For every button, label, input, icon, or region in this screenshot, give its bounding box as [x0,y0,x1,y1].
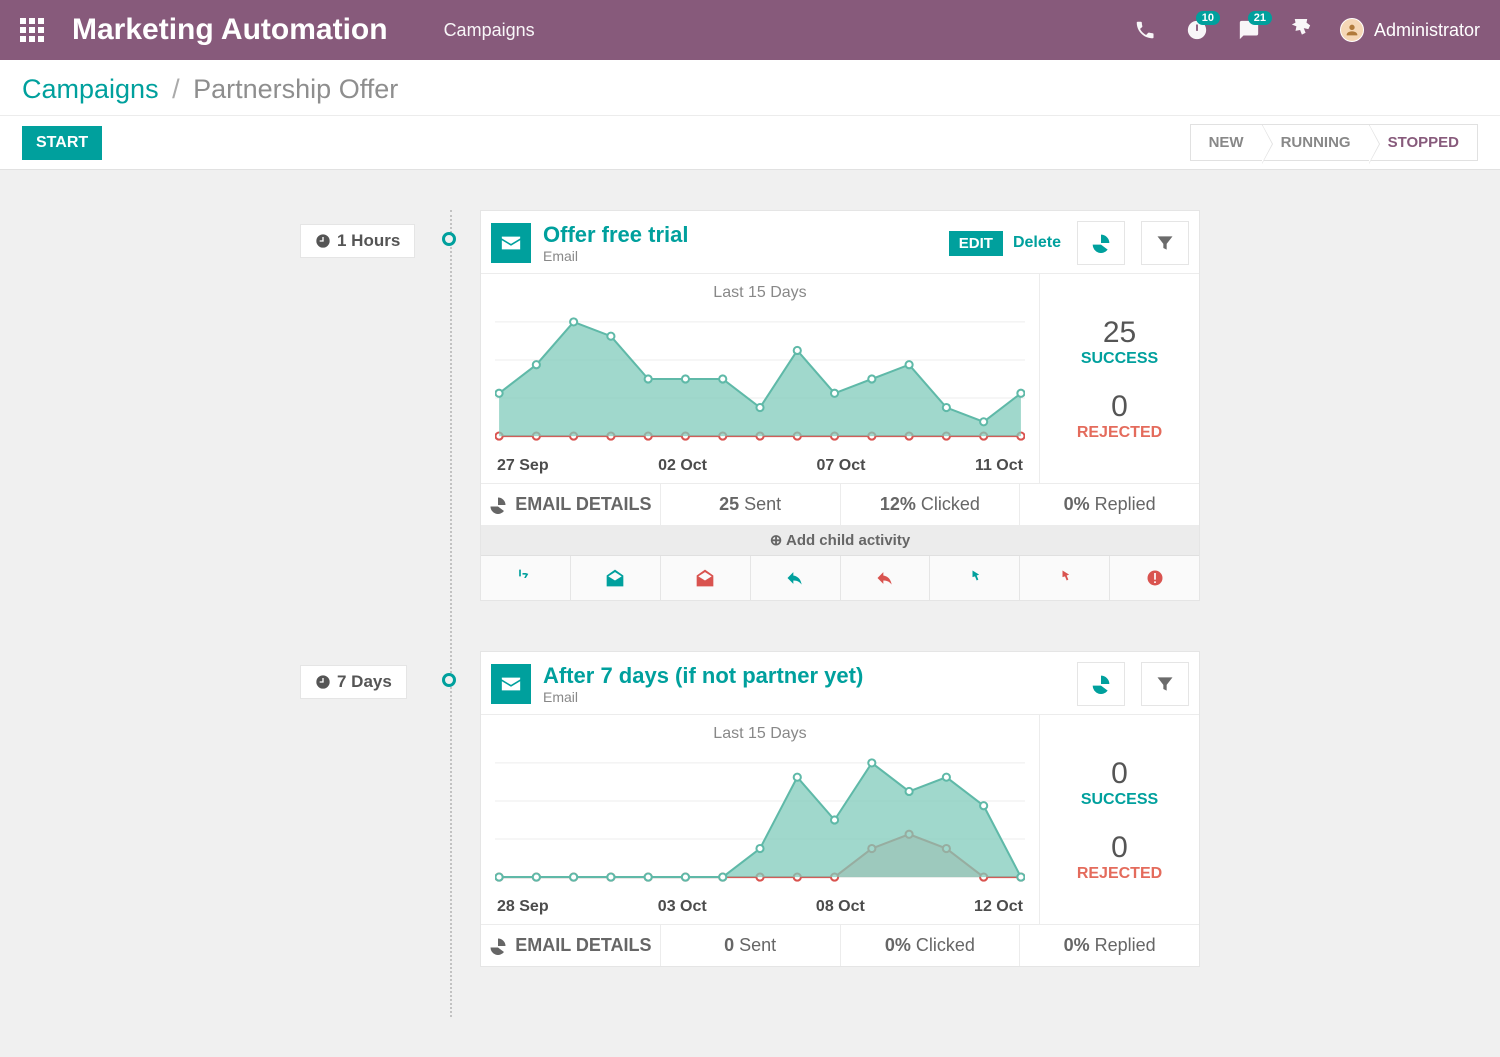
success-count: 0 [1111,757,1128,791]
email-details-label[interactable]: EMAIL DETAILS [515,935,651,956]
clock-icon [315,233,331,249]
apps-icon[interactable] [20,18,44,42]
settings-icon[interactable] [1288,17,1314,43]
activities-icon[interactable]: 10 [1184,17,1210,43]
timeline-line [450,210,452,1017]
activity-card: 1 Hours Offer free trial Email EDIT Dele… [480,210,1280,601]
trigger-icons [481,555,1199,600]
control-bar: Campaigns / Partnership Offer START NEW … [0,60,1500,170]
timeline-node [442,673,456,687]
chart-title: Last 15 Days [495,284,1025,302]
user-menu[interactable]: Administrator [1340,18,1480,42]
systray: 10 21 Administrator [1132,17,1480,43]
activity-title[interactable]: Offer free trial [543,222,689,248]
success-count: 25 [1103,316,1136,350]
metric-sent: 25 Sent [661,484,841,525]
not-reply-icon[interactable] [841,556,931,600]
status-new[interactable]: NEW [1190,124,1263,161]
delete-button[interactable]: Delete [1013,234,1061,252]
navbar: Marketing Automation Campaigns 10 21 Adm… [0,0,1500,60]
avatar-icon [1340,18,1364,42]
start-button[interactable]: START [22,126,102,160]
click-icon[interactable] [930,556,1020,600]
x-axis: 27 Sep 02 Oct 07 Oct 11 Oct [495,457,1025,475]
workspace: 1 Hours Offer free trial Email EDIT Dele… [0,170,1500,1057]
nav-campaigns[interactable]: Campaigns [444,20,535,41]
messages-badge: 21 [1248,11,1272,25]
chart-title: Last 15 Days [495,725,1025,743]
status-flow: NEW RUNNING STOPPED [1191,124,1478,161]
rejected-label: REJECTED [1077,424,1162,442]
x-axis: 28 Sep 03 Oct 08 Oct 12 Oct [495,898,1025,916]
clock-icon [315,674,331,690]
mail-not-open-icon[interactable] [661,556,751,600]
rejected-count: 0 [1111,390,1128,424]
rejected-count: 0 [1111,831,1128,865]
breadcrumb-root[interactable]: Campaigns [22,74,159,104]
bounce-icon[interactable] [1110,556,1199,600]
not-click-icon[interactable] [1020,556,1110,600]
activity-chart [495,745,1025,895]
status-stopped[interactable]: STOPPED [1369,124,1478,161]
activity-type: Email [543,689,863,705]
metric-replied: 0% Replied [1020,925,1199,966]
activity-chart [495,304,1025,454]
envelope-icon [491,664,531,704]
breadcrumb: Campaigns / Partnership Offer [0,60,1500,116]
metric-sent: 0 Sent [661,925,841,966]
activity-type: Email [543,248,689,264]
success-label: SUCCESS [1081,791,1158,809]
pie-icon [489,496,507,514]
envelope-icon [491,223,531,263]
child-activity-icon[interactable] [481,556,571,600]
user-name: Administrator [1374,20,1480,41]
email-details-label[interactable]: EMAIL DETAILS [515,494,651,515]
activity-card: 7 Days After 7 days (if not partner yet)… [480,651,1280,967]
success-label: SUCCESS [1081,350,1158,368]
metric-replied: 0% Replied [1020,484,1199,525]
edit-button[interactable]: EDIT [949,231,1003,256]
reply-icon[interactable] [751,556,841,600]
metric-clicked: 0% Clicked [841,925,1021,966]
chart-mode-button[interactable] [1077,662,1125,706]
status-running[interactable]: RUNNING [1262,124,1370,161]
filter-mode-button[interactable] [1141,221,1189,265]
activity-title[interactable]: After 7 days (if not partner yet) [543,663,863,689]
mail-open-icon[interactable] [571,556,661,600]
rejected-label: REJECTED [1077,865,1162,883]
metric-clicked: 12% Clicked [841,484,1021,525]
when-pill: 1 Hours [300,224,415,258]
brand: Marketing Automation [72,13,388,47]
phone-icon[interactable] [1132,17,1158,43]
timeline-node [442,232,456,246]
activities-badge: 10 [1196,11,1220,25]
breadcrumb-current: Partnership Offer [193,74,398,104]
chart-mode-button[interactable] [1077,221,1125,265]
messages-icon[interactable]: 21 [1236,17,1262,43]
filter-mode-button[interactable] [1141,662,1189,706]
add-child-activity[interactable]: Add child activity [481,525,1199,555]
when-pill: 7 Days [300,665,407,699]
pie-icon [489,937,507,955]
